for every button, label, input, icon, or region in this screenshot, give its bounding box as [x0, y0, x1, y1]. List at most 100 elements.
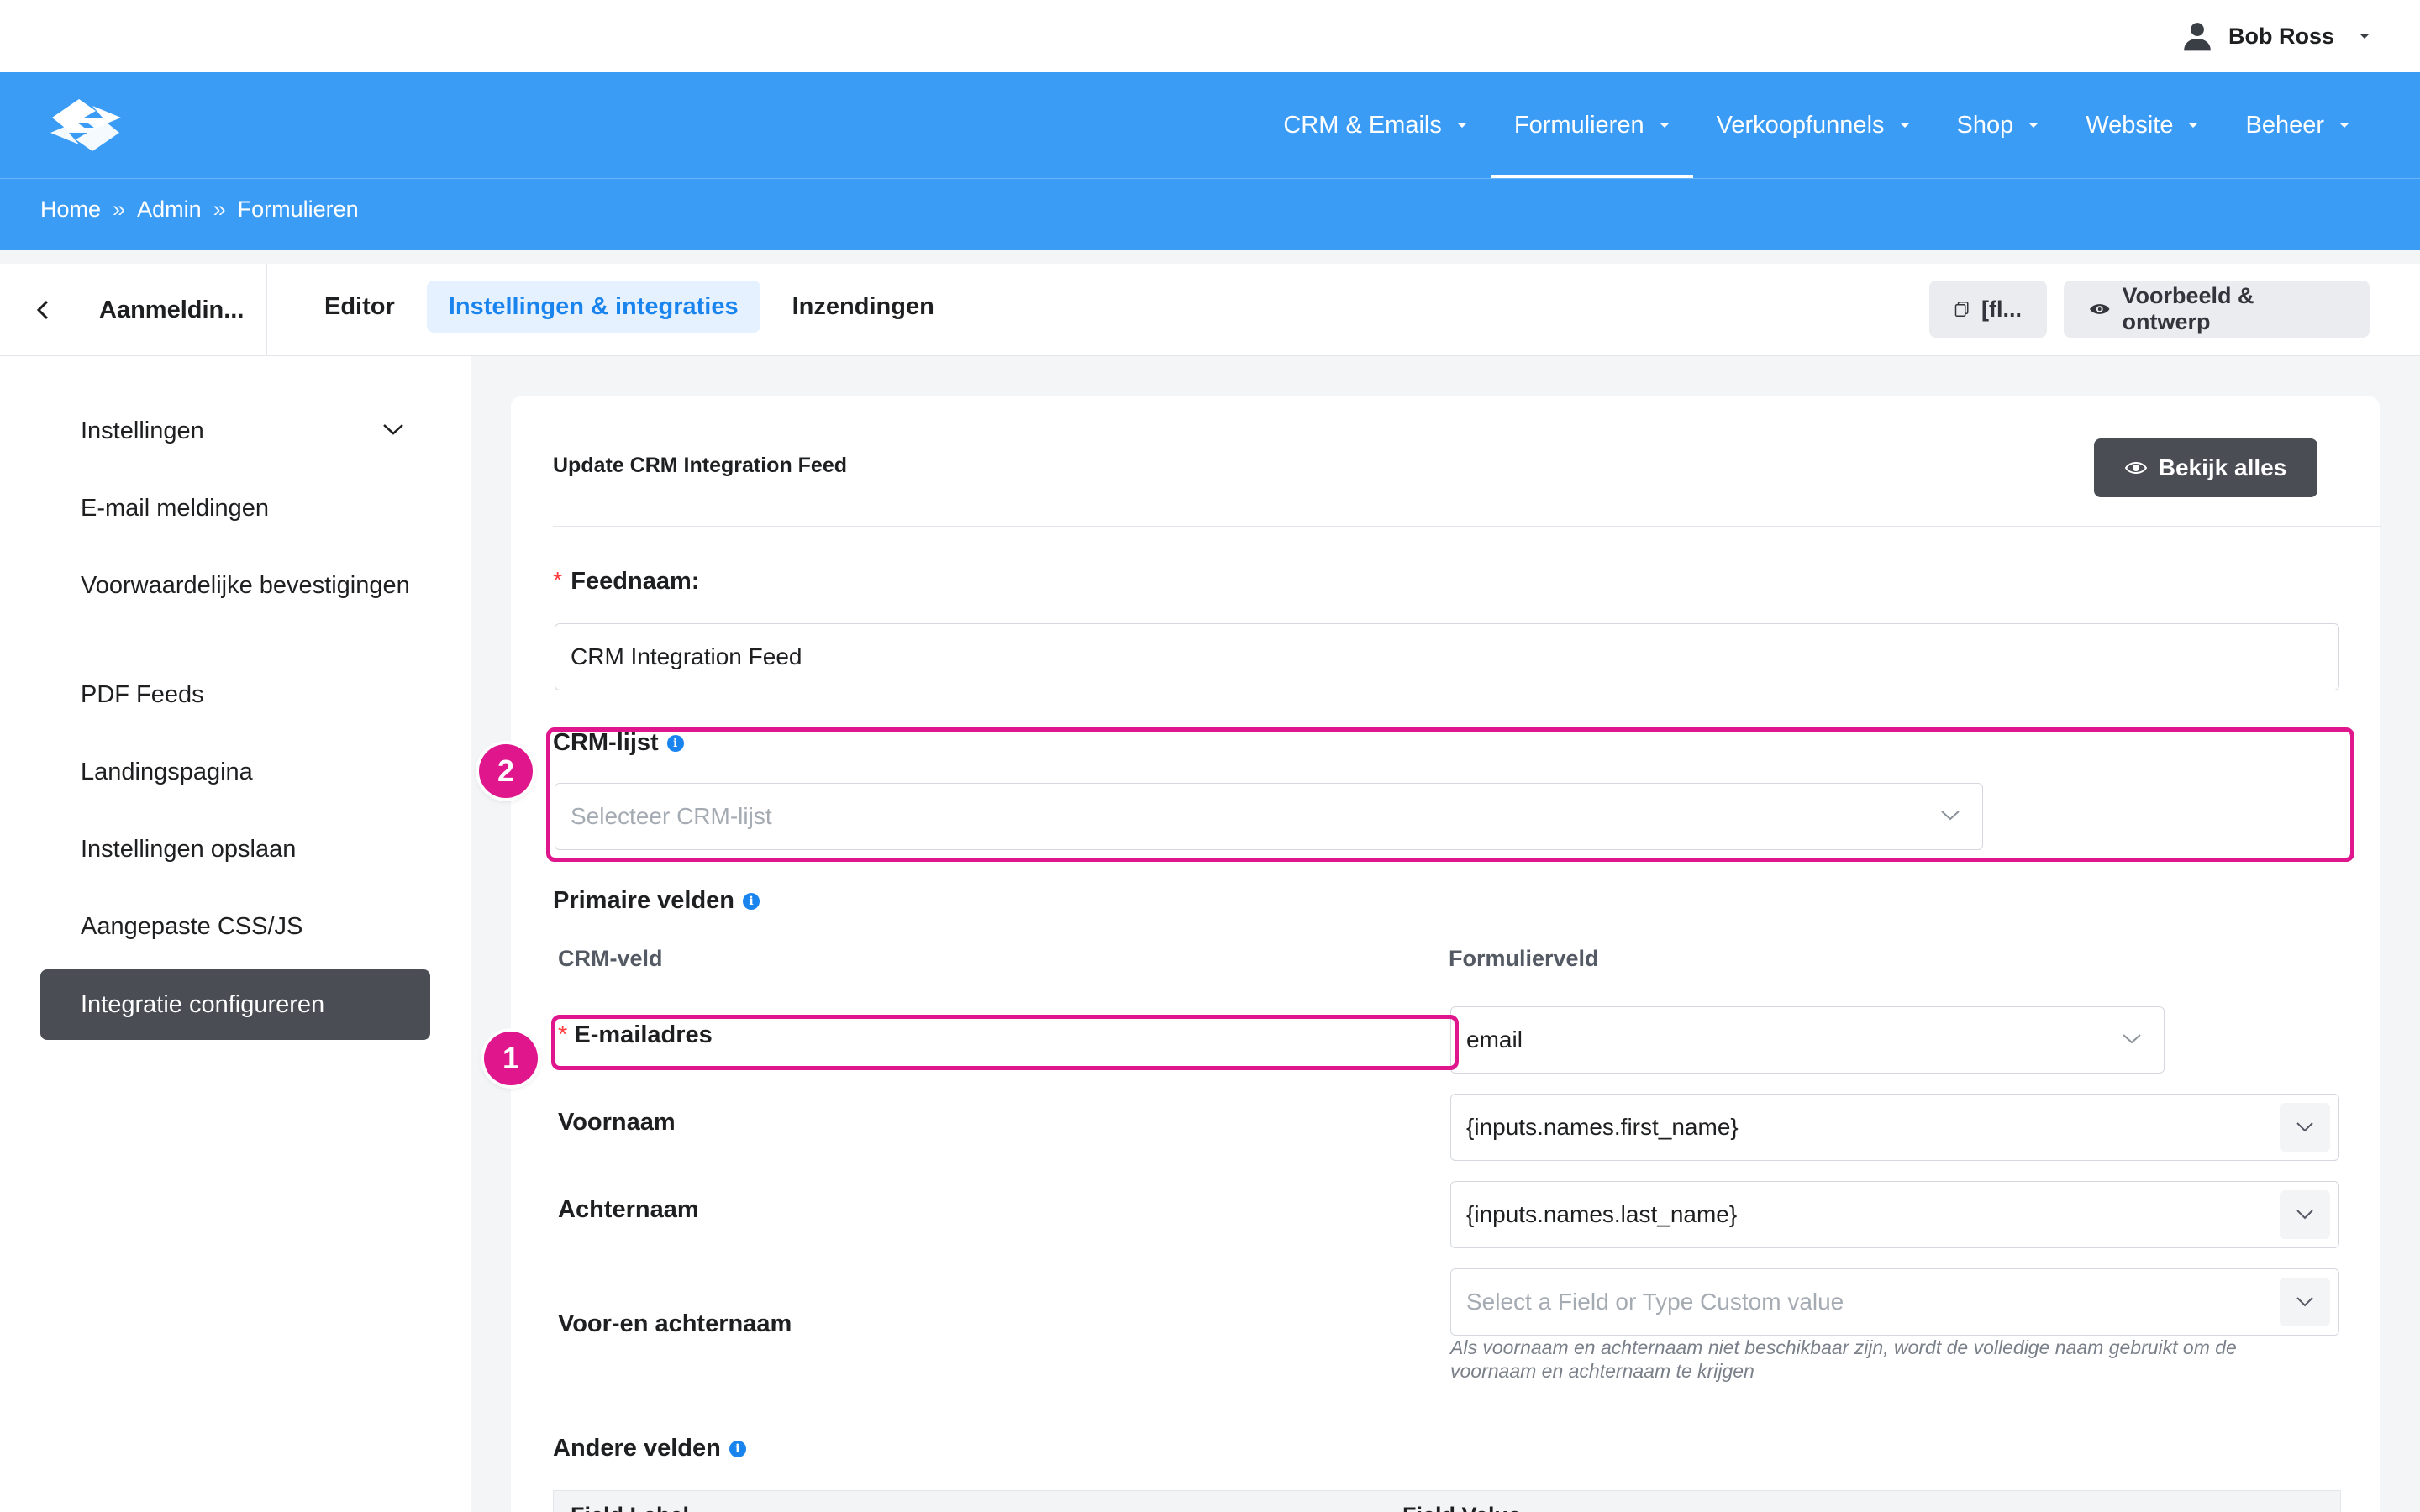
info-icon[interactable]: i — [729, 1440, 746, 1457]
nav-item-shop[interactable]: Shop — [1933, 72, 2063, 178]
caret-down-icon — [2188, 123, 2199, 128]
breadcrumb-current[interactable]: Formulieren — [238, 197, 359, 223]
first-name-field-input[interactable]: {inputs.names.first_name} — [1450, 1094, 2339, 1161]
nav-item-formulieren[interactable]: Formulieren — [1490, 72, 1693, 178]
view-all-label: Bekijk alles — [2158, 454, 2287, 480]
form-tabs: Editor Instellingen & integraties Inzend… — [302, 281, 956, 339]
user-menu[interactable]: Bob Ross — [2181, 18, 2370, 54]
caret-down-icon — [2028, 123, 2039, 128]
sidebar-item-landing-page[interactable]: Landingspagina — [40, 756, 430, 788]
feed-name-label: * Feednaam: — [553, 568, 699, 596]
nav-item-label: Beheer — [2245, 111, 2324, 139]
row-label-last-name: Achternaam — [558, 1196, 699, 1223]
first-name-dropdown-button[interactable] — [2280, 1103, 2330, 1152]
divider — [553, 526, 2381, 527]
caret-down-icon — [1899, 123, 1910, 128]
caret-down-icon — [1659, 123, 1670, 128]
breadcrumb-bar: Home » Admin » Formulieren — [0, 178, 2420, 250]
nav-item-label: Website — [2086, 111, 2174, 139]
first-name-field-value: {inputs.names.first_name} — [1466, 1114, 1739, 1140]
step-marker-1: 1 — [484, 1032, 538, 1085]
sidebar-item-instellingen[interactable]: Instellingen — [40, 415, 430, 447]
breadcrumb-admin[interactable]: Admin — [137, 197, 202, 223]
sidebar-item-email-notifications[interactable]: E-mail meldingen — [40, 492, 430, 524]
breadcrumb-home[interactable]: Home — [40, 197, 101, 223]
user-bar: Bob Ross — [0, 0, 2420, 72]
full-name-placeholder: Select a Field or Type Custom value — [1466, 1289, 1844, 1315]
nav-item-verkoopfunnels[interactable]: Verkoopfunnels — [1693, 72, 1933, 178]
nav-item-label: Shop — [1956, 111, 2014, 139]
sidebar-item-pdf-feeds[interactable]: PDF Feeds — [40, 679, 430, 711]
primary-fields-label-text: Primaire velden — [553, 887, 734, 914]
highlight-crm-list — [546, 727, 2354, 862]
chevron-down-icon — [2360, 34, 2370, 39]
info-icon[interactable]: i — [743, 892, 760, 910]
feed-name-label-text: Feednaam: — [571, 568, 700, 595]
chevron-down-icon — [2296, 1210, 2313, 1220]
chevron-down-icon — [2296, 1122, 2313, 1132]
form-toolbar: Aanmeldin... Editor Instellingen & integ… — [0, 264, 2420, 356]
eye-icon — [2089, 304, 2110, 314]
breadcrumb-separator: » — [113, 196, 126, 222]
sidebar-item-label: Instellingen — [81, 417, 204, 444]
chevron-down-icon — [2296, 1297, 2313, 1307]
shortcode-button[interactable]: [fl... — [1929, 281, 2047, 338]
preview-label: Voorbeeld & ontwerp — [2122, 283, 2254, 334]
crm-field-column-header: CRM-veld — [558, 946, 663, 971]
full-name-dropdown-button[interactable] — [2280, 1278, 2330, 1326]
form-name: Aanmeldin... — [87, 264, 267, 356]
settings-sidebar: Instellingen E-mail meldingen Voorwaarde… — [0, 356, 471, 1512]
tab-settings-integrations[interactable]: Instellingen & integraties — [426, 281, 760, 333]
last-name-field-input[interactable]: {inputs.names.last_name} — [1450, 1181, 2339, 1248]
sidebar-item-custom-css-js[interactable]: Aangepaste CSS/JS — [40, 911, 430, 942]
form-field-column-header: Formulierveld — [1449, 946, 1599, 971]
table-header-field-label: Field Label — [571, 1503, 689, 1512]
step-marker-2: 2 — [479, 744, 533, 798]
tab-editor[interactable]: Editor — [302, 281, 417, 333]
required-asterisk: * — [553, 568, 563, 595]
feed-name-input[interactable]: CRM Integration Feed — [555, 623, 2339, 690]
preview-design-button[interactable]: Voorbeeld & ontwerp — [2064, 281, 2370, 338]
view-all-button[interactable]: Bekijk alles — [2094, 438, 2317, 497]
breadcrumb-separator: » — [213, 196, 226, 222]
user-name: Bob Ross — [2228, 23, 2334, 49]
other-fields-table-header: Field Label Field Value — [553, 1490, 2341, 1512]
highlight-email-row — [551, 1015, 1459, 1070]
chevron-down-icon — [2123, 1034, 2141, 1044]
shortcode-label: [fl... — [1981, 296, 2022, 322]
row-label-full-name: Voor-en achternaam — [558, 1310, 792, 1337]
table-header-field-value: Field Value — [1402, 1503, 1521, 1512]
nav-item-beheer[interactable]: Beheer — [2222, 72, 2373, 178]
nav-menu: CRM & Emails Formulieren Verkoopfunnels … — [1260, 72, 2373, 178]
chevron-down-icon — [383, 424, 403, 435]
email-field-value: email — [1466, 1026, 1523, 1053]
caret-down-icon — [2339, 123, 2349, 128]
primary-fields-label: Primaire velden i — [553, 887, 760, 915]
nav-item-label: Formulieren — [1513, 111, 1644, 139]
logo-icon[interactable] — [44, 92, 128, 158]
other-fields-label-text: Andere velden — [553, 1435, 721, 1462]
last-name-field-value: {inputs.names.last_name} — [1466, 1201, 1738, 1227]
email-field-select[interactable]: email — [1450, 1006, 2165, 1074]
sidebar-item-conditional-confirmations[interactable]: Voorwaardelijke bevestigingen — [40, 570, 430, 601]
page-title: Update CRM Integration Feed — [553, 454, 848, 477]
last-name-dropdown-button[interactable] — [2280, 1190, 2330, 1239]
full-name-field-input[interactable]: Select a Field or Type Custom value — [1450, 1268, 2339, 1336]
sidebar-item-save-settings[interactable]: Instellingen opslaan — [40, 833, 430, 865]
main-navbar: CRM & Emails Formulieren Verkoopfunnels … — [0, 72, 2420, 178]
copy-icon — [1954, 302, 1969, 317]
user-icon — [2184, 23, 2211, 51]
breadcrumb: Home » Admin » Formulieren — [40, 179, 359, 239]
nav-item-website[interactable]: Website — [2062, 72, 2222, 178]
sidebar-item-configure-integration[interactable]: Integratie configureren — [40, 969, 430, 1040]
tab-submissions[interactable]: Inzendingen — [771, 281, 956, 333]
row-label-first-name: Voornaam — [558, 1109, 676, 1136]
nav-item-crm-emails[interactable]: CRM & Emails — [1260, 72, 1491, 178]
back-button[interactable] — [0, 264, 87, 356]
nav-item-label: CRM & Emails — [1283, 111, 1442, 139]
other-fields-label: Andere velden i — [553, 1435, 746, 1462]
full-name-help-text: Als voornaam en achternaam niet beschikb… — [1450, 1336, 2237, 1382]
eye-icon — [2124, 462, 2147, 474]
integration-panel: Update CRM Integration Feed Bekijk alles… — [511, 396, 2381, 1512]
chevron-left-icon — [36, 300, 49, 320]
